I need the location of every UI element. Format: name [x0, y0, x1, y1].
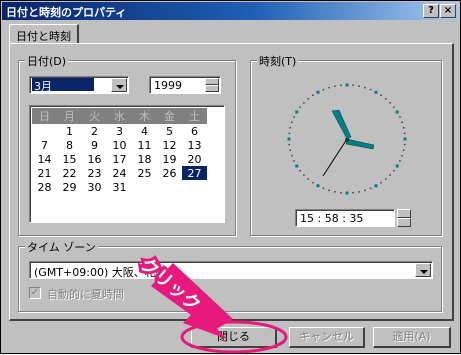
date-time-properties-window: 日付と時刻のプロパティ ? × 日付と時刻 日付(D) 3月 1999 日 月 …	[0, 0, 461, 354]
click-annotation: クリック	[133, 251, 288, 354]
